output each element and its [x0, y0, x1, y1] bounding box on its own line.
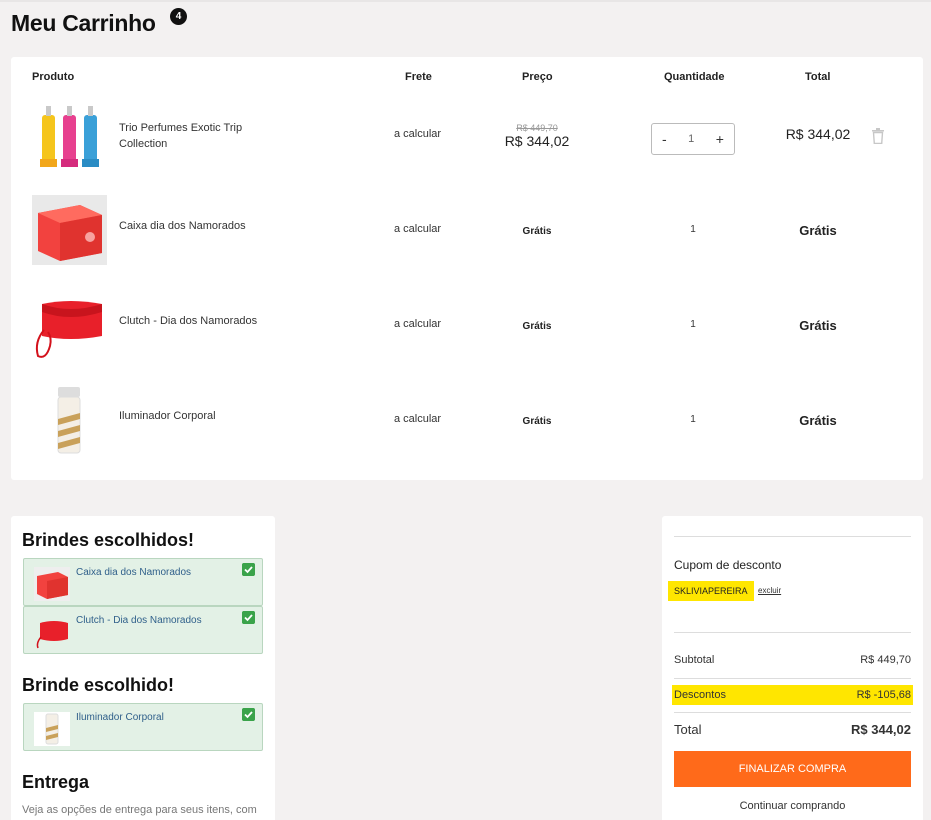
price-cell: Grátis	[477, 226, 597, 237]
product-image-clutch[interactable]	[32, 290, 107, 360]
product-image-gift-box[interactable]	[32, 195, 107, 265]
current-price: Grátis	[522, 416, 552, 427]
gift-item[interactable]: Clutch - Dia dos Namorados	[23, 606, 263, 654]
product-name[interactable]: Clutch - Dia dos Namorados	[119, 313, 269, 329]
product-image-perfume-trio[interactable]	[32, 101, 107, 171]
total-value: R$ 344,02	[851, 722, 911, 737]
delivery-description: Veja as opções de entrega para seus iten…	[22, 804, 257, 816]
gifts-panel: Brindes escolhidos! Caixa dia dos Namora…	[11, 516, 275, 820]
page-title: Meu Carrinho	[11, 10, 156, 36]
current-price: Grátis	[522, 321, 552, 332]
header-shipping: Frete	[405, 71, 432, 83]
coupon-code: SKLIVIAPEREIRA	[668, 581, 754, 601]
increase-button[interactable]: +	[716, 131, 724, 147]
divider	[674, 536, 911, 537]
remove-coupon-link[interactable]: excluir	[758, 586, 781, 595]
order-summary: Cupom de desconto SKLIVIAPEREIRA excluir…	[662, 516, 923, 820]
gift-label: Iluminador Corporal	[76, 712, 164, 723]
subtotal-row: Subtotal R$ 449,70	[674, 654, 911, 666]
decrease-button[interactable]: -	[662, 131, 667, 147]
gift-image-clutch	[34, 615, 70, 649]
quantity-value: 1	[690, 414, 696, 425]
row-total: Grátis	[799, 318, 837, 333]
shipping-value: a calcular	[394, 223, 442, 235]
product-name[interactable]: Iluminador Corporal	[119, 408, 269, 424]
total-row: Total R$ 344,02	[674, 722, 911, 737]
check-icon[interactable]	[242, 563, 255, 576]
product-image-illuminator[interactable]	[32, 385, 107, 455]
gift-image-illuminator	[34, 712, 70, 746]
price-cell: Grátis	[477, 321, 597, 332]
delivery-title: Entrega	[22, 772, 90, 792]
trash-icon[interactable]	[871, 128, 885, 144]
divider	[674, 712, 911, 713]
quantity-value: 1	[690, 224, 696, 235]
discount-value: R$ -105,68	[856, 689, 911, 701]
table-row: Clutch - Dia dos Namorados a calcular Gr…	[11, 287, 923, 382]
finish-purchase-button[interactable]: FINALIZAR COMPRA	[674, 751, 911, 787]
header-product: Produto	[32, 71, 75, 83]
old-price: R$ 449,70	[516, 123, 558, 133]
gift-image-box	[34, 567, 70, 601]
shipping-value: a calcular	[394, 318, 442, 330]
header-total: Total	[805, 71, 831, 83]
divider	[674, 632, 911, 633]
top-divider	[0, 0, 931, 2]
gift-label: Clutch - Dia dos Namorados	[76, 615, 202, 626]
continue-shopping-link[interactable]: Continuar comprando	[674, 800, 911, 812]
table-row: Iluminador Corporal a calcular Grátis 1 …	[11, 382, 923, 477]
header-quantity: Quantidade	[664, 71, 725, 83]
price-cell: Grátis	[477, 416, 597, 427]
current-price: Grátis	[522, 226, 552, 237]
check-icon[interactable]	[242, 708, 255, 721]
shipping-value: a calcular	[394, 128, 442, 140]
discount-label: Descontos	[674, 689, 726, 701]
subtotal-value: R$ 449,70	[860, 654, 911, 666]
price-cell: R$ 449,70 R$ 344,02	[477, 123, 597, 149]
divider	[674, 678, 911, 679]
gifts-title: Brindes escolhidos!	[22, 530, 195, 550]
product-name[interactable]: Caixa dia dos Namorados	[119, 218, 269, 234]
cart-table: Produto Frete Preço Quantidade Total Tri…	[11, 57, 923, 480]
row-total: Grátis	[799, 413, 837, 428]
gift-single-title: Brinde escolhido!	[22, 675, 175, 695]
table-row: Caixa dia dos Namorados a calcular Gráti…	[11, 192, 923, 287]
gift-item[interactable]: Iluminador Corporal	[23, 703, 263, 751]
row-total: Grátis	[799, 223, 837, 238]
coupon-title: Cupom de desconto	[674, 558, 782, 572]
subtotal-label: Subtotal	[674, 654, 715, 666]
row-total: R$ 344,02	[785, 126, 851, 142]
cart-count-badge: 4	[170, 8, 187, 25]
product-name[interactable]: Trio Perfumes Exotic Trip Collection	[119, 120, 269, 152]
gift-item[interactable]: Caixa dia dos Namorados	[23, 558, 263, 606]
table-row: Trio Perfumes Exotic Trip Collection a c…	[11, 97, 923, 192]
shipping-value: a calcular	[394, 413, 442, 425]
total-label: Total	[674, 722, 702, 737]
quantity-value[interactable]: 1	[688, 133, 694, 145]
check-icon[interactable]	[242, 611, 255, 624]
current-price: R$ 344,02	[504, 133, 570, 149]
discount-row: Descontos R$ -105,68	[672, 685, 913, 705]
gift-label: Caixa dia dos Namorados	[76, 567, 192, 578]
header-price: Preço	[522, 71, 553, 83]
quantity-stepper[interactable]: - 1 +	[651, 123, 735, 155]
quantity-value: 1	[690, 319, 696, 330]
